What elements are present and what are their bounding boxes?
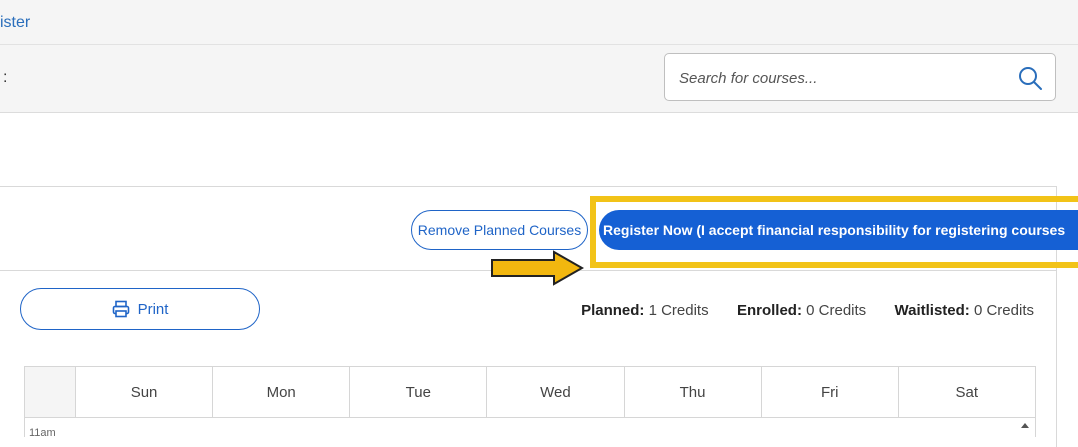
calendar-header: Sun Mon Tue Wed Thu Fri Sat bbox=[25, 367, 1035, 418]
printer-icon bbox=[112, 300, 129, 318]
calendar-corner-cell bbox=[25, 367, 75, 417]
planned-label: Planned: bbox=[581, 302, 645, 319]
page-title-fragment: : bbox=[3, 69, 8, 86]
enrolled-value: 0 Credits bbox=[806, 302, 867, 319]
day-header-tue: Tue bbox=[349, 367, 486, 417]
search-box[interactable] bbox=[664, 53, 1056, 102]
breadcrumb-link[interactable]: ister bbox=[0, 14, 30, 32]
top-strip: ister bbox=[0, 0, 1078, 45]
time-label: 11am bbox=[29, 427, 56, 439]
day-header-fri: Fri bbox=[760, 367, 898, 417]
remove-planned-courses-button[interactable]: Remove Planned Courses bbox=[411, 210, 588, 250]
scroll-up-arrow-icon[interactable] bbox=[1021, 423, 1029, 428]
planned-value: 1 Credits bbox=[648, 302, 709, 319]
waitlisted-label: Waitlisted: bbox=[894, 302, 970, 319]
weekly-calendar: Sun Mon Tue Wed Thu Fri Sat 11am bbox=[24, 366, 1036, 439]
day-header-thu: Thu bbox=[623, 367, 761, 417]
highlight-box bbox=[590, 196, 1078, 268]
print-button[interactable]: Print bbox=[20, 288, 260, 330]
enrolled-label: Enrolled: bbox=[736, 302, 802, 319]
print-label: Print bbox=[137, 300, 169, 318]
day-header-mon: Mon bbox=[212, 367, 349, 417]
search-icon[interactable] bbox=[1017, 65, 1043, 91]
credits-summary: Planned: 1 Credits Enrolled: 0 Credits W… bbox=[581, 302, 1034, 319]
day-header-sun: Sun bbox=[75, 367, 212, 417]
day-header-wed: Wed bbox=[486, 367, 623, 417]
header-bar: : bbox=[0, 45, 1078, 113]
arrow-right-icon bbox=[491, 250, 585, 286]
day-header-sat: Sat bbox=[897, 367, 1035, 417]
search-input[interactable] bbox=[677, 54, 1001, 102]
waitlisted-value: 0 Credits bbox=[973, 302, 1034, 319]
